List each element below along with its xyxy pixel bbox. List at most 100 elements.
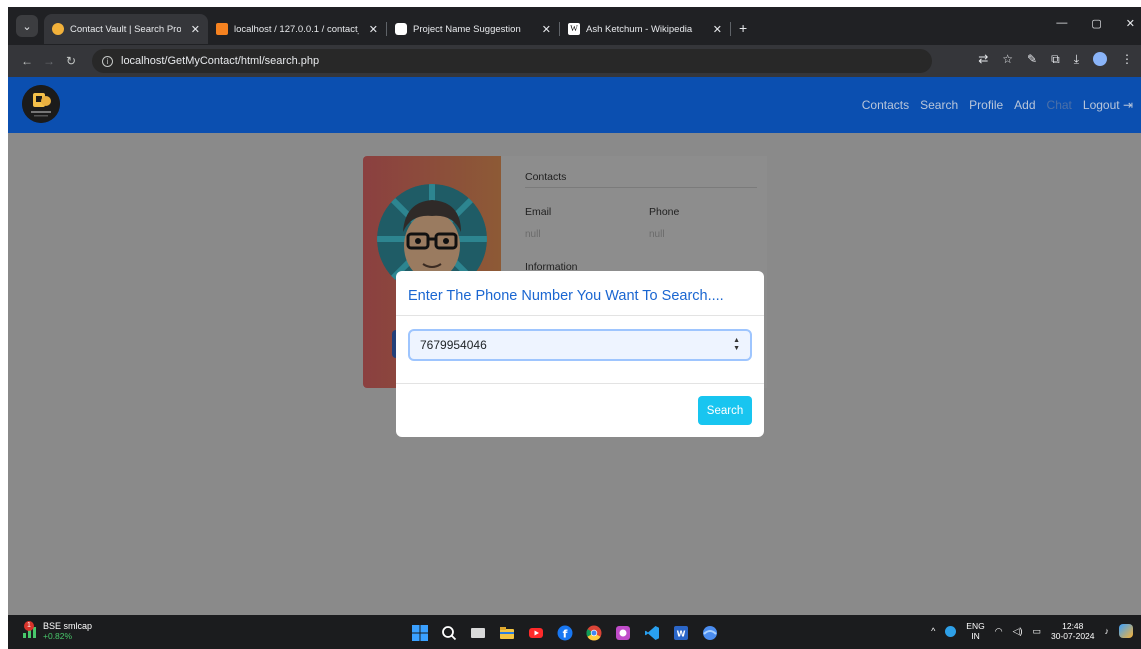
- volume-icon[interactable]: ◁): [1013, 626, 1023, 637]
- language-indicator[interactable]: ENG IN: [966, 621, 984, 641]
- url-text: localhost/GetMyContact/html/search.php: [121, 55, 320, 67]
- windows-taskbar: 1 BSE smlcap +0.82% f W ^ ENG IN ◠ ◁) ▭ …: [8, 615, 1141, 649]
- wifi-icon[interactable]: ◠: [995, 626, 1003, 637]
- section-divider: [525, 187, 757, 188]
- chatgpt-favicon-icon: [395, 23, 407, 35]
- contacts-section-title: Contacts: [525, 171, 567, 183]
- nav-chat[interactable]: Chat: [1047, 98, 1072, 112]
- tab-title: Project Name Suggestion: [413, 23, 521, 35]
- number-spinner-icon[interactable]: ▲ ▼: [733, 337, 740, 353]
- new-tab-icon[interactable]: +: [739, 20, 747, 36]
- file-explorer-icon[interactable]: [497, 623, 516, 642]
- tab-title: Contact Vault | Search Profile: [70, 23, 181, 35]
- tab-search-menu-button[interactable]: ⌄: [16, 15, 38, 37]
- system-tray: ^ ENG IN ◠ ◁) ▭ 12:48 30-07-2024 ♪: [931, 621, 1133, 641]
- phone-label: Phone: [649, 206, 680, 218]
- browser-app-icon[interactable]: [700, 623, 719, 642]
- defender-icon[interactable]: [945, 625, 957, 637]
- show-hidden-icons-icon[interactable]: ^: [931, 626, 935, 636]
- modal-header-divider: [396, 315, 764, 316]
- modal-footer-divider: [396, 383, 764, 384]
- close-tab-icon[interactable]: ✕: [713, 23, 722, 36]
- browser-toolbar: ← → ↻ i localhost/GetMyContact/html/sear…: [8, 45, 1141, 77]
- clock-time: 12:48: [1062, 621, 1084, 631]
- svg-text:W: W: [676, 629, 685, 638]
- phpmyadmin-favicon-icon: [216, 23, 228, 35]
- nav-logout-label: Logout: [1082, 98, 1120, 112]
- nav-add[interactable]: Add: [1014, 98, 1035, 112]
- profile-avatar-icon[interactable]: [1093, 52, 1107, 66]
- tab-phpmyadmin[interactable]: localhost / 127.0.0.1 / contact_ ✕: [208, 14, 386, 44]
- copilot-icon[interactable]: [1119, 624, 1133, 638]
- photos-icon[interactable]: [613, 623, 632, 642]
- wikipedia-favicon-icon: W: [568, 23, 580, 35]
- tab-title: localhost / 127.0.0.1 / contact_: [234, 23, 359, 35]
- clock[interactable]: 12:48 30-07-2024: [1051, 621, 1094, 641]
- svg-text:f: f: [562, 627, 567, 640]
- close-tab-icon[interactable]: ✕: [369, 23, 378, 36]
- tab-contact-vault[interactable]: Contact Vault | Search Profile ✕: [44, 14, 208, 44]
- restore-icon[interactable]: ▢: [1091, 17, 1101, 30]
- notification-badge: 1: [24, 621, 34, 631]
- nav-links: Contacts Search Profile Add Chat Logout …: [862, 98, 1133, 112]
- site-info-icon[interactable]: i: [102, 55, 113, 67]
- window-controls: — ▢ ✕: [1056, 17, 1135, 30]
- search-icon[interactable]: [439, 623, 458, 642]
- translate-icon[interactable]: ⇄: [978, 52, 988, 67]
- page-content: Contacts Search Profile Add Chat Logout …: [8, 77, 1141, 615]
- stock-chart-icon: 1: [22, 621, 38, 639]
- modal-title: Enter The Phone Number You Want To Searc…: [408, 288, 724, 304]
- search-button[interactable]: Search: [698, 396, 752, 425]
- tab-project-name[interactable]: Project Name Suggestion ✕: [387, 14, 559, 44]
- browser-tab-bar: ⌄ Contact Vault | Search Profile ✕ local…: [8, 7, 1141, 45]
- address-bar[interactable]: i localhost/GetMyContact/html/search.php: [92, 49, 932, 73]
- contact-vault-logo[interactable]: [22, 85, 60, 123]
- facebook-icon[interactable]: f: [555, 623, 574, 642]
- download-icon[interactable]: ⤓: [1074, 52, 1079, 67]
- pen-icon[interactable]: ✎: [1027, 52, 1037, 67]
- nav-profile[interactable]: Profile: [969, 98, 1003, 112]
- close-tab-icon[interactable]: ✕: [542, 23, 551, 36]
- word-icon[interactable]: W: [671, 623, 690, 642]
- minimize-icon[interactable]: —: [1056, 17, 1067, 30]
- extensions-icon[interactable]: ⧉: [1051, 52, 1060, 67]
- clock-date: 30-07-2024: [1051, 631, 1095, 641]
- close-tab-icon[interactable]: ✕: [191, 23, 200, 36]
- screen: ⌄ Contact Vault | Search Profile ✕ local…: [8, 7, 1141, 649]
- vscode-icon[interactable]: [642, 623, 661, 642]
- email-value: null: [525, 229, 541, 240]
- tab-wikipedia[interactable]: W Ash Ketchum - Wikipedia ✕: [560, 14, 730, 44]
- stock-name: BSE smlcap: [43, 621, 93, 631]
- email-label: Email: [525, 206, 552, 218]
- region-code: IN: [971, 631, 980, 641]
- task-view-icon[interactable]: [468, 623, 487, 642]
- close-window-icon[interactable]: ✕: [1126, 17, 1135, 30]
- language-code: ENG: [966, 621, 985, 631]
- nav-contacts[interactable]: Contacts: [862, 98, 909, 112]
- bookmark-star-icon[interactable]: ☆: [1002, 52, 1013, 67]
- contact-vault-favicon-icon: [52, 23, 64, 35]
- stock-widget[interactable]: 1 BSE smlcap +0.82%: [22, 621, 92, 641]
- toolbar-actions: ⇄ ☆ ✎ ⧉ ⤓ ⋮: [978, 52, 1133, 67]
- phone-number-value: 7679954046: [420, 338, 487, 352]
- back-icon[interactable]: ←: [16, 54, 38, 68]
- battery-icon[interactable]: ▭: [1033, 626, 1042, 637]
- search-modal: Enter The Phone Number You Want To Searc…: [396, 271, 764, 437]
- phone-value: null: [649, 229, 665, 240]
- youtube-icon[interactable]: [526, 623, 545, 642]
- reload-icon[interactable]: ↻: [60, 54, 82, 68]
- nav-search[interactable]: Search: [920, 98, 958, 112]
- stock-change: +0.82%: [43, 631, 73, 641]
- windows-start-icon[interactable]: [410, 623, 429, 642]
- notification-bell-icon[interactable]: ♪: [1105, 626, 1110, 636]
- tab-title: Ash Ketchum - Wikipedia: [586, 23, 693, 35]
- taskbar-apps: f W: [410, 623, 719, 642]
- forward-icon[interactable]: →: [38, 54, 60, 68]
- phone-number-input[interactable]: 7679954046 ▲ ▼: [408, 329, 752, 361]
- nav-logout[interactable]: Logout ⇥: [1083, 98, 1133, 112]
- tab-separator: [730, 22, 731, 36]
- logout-icon: ⇥: [1122, 98, 1133, 112]
- site-navbar: Contacts Search Profile Add Chat Logout …: [8, 77, 1141, 133]
- chrome-icon[interactable]: [584, 623, 603, 642]
- menu-kebab-icon[interactable]: ⋮: [1121, 52, 1133, 67]
